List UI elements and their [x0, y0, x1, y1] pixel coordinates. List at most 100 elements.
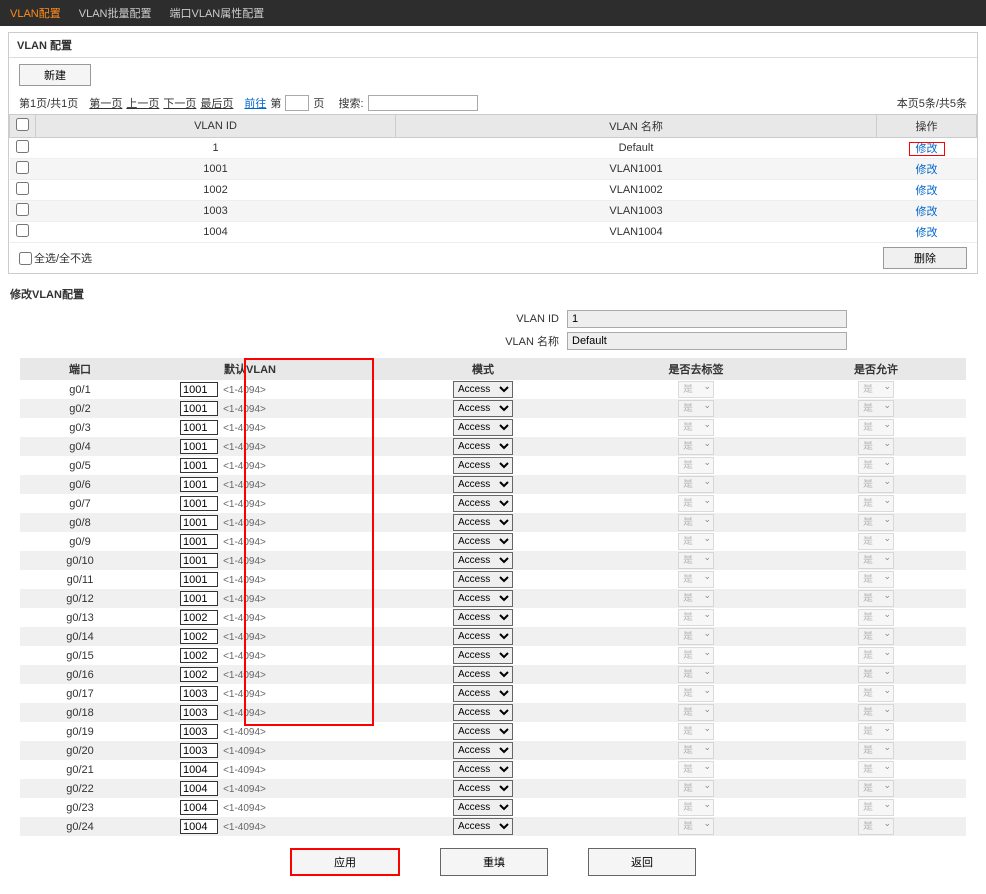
mode-select[interactable]: Access	[453, 685, 513, 702]
pager-goto[interactable]: 前往	[244, 95, 266, 111]
default-vlan-input[interactable]	[180, 382, 218, 397]
allow-select: 是	[858, 438, 894, 455]
mode-select[interactable]: Access	[453, 818, 513, 835]
default-vlan-input[interactable]	[180, 724, 218, 739]
vlan-range-hint: <1-4094>	[223, 537, 266, 548]
edit-link[interactable]: 修改	[916, 206, 938, 218]
mode-select[interactable]: Access	[453, 381, 513, 398]
cell-port: g0/5	[20, 456, 140, 475]
default-vlan-input[interactable]	[180, 496, 218, 511]
apply-button[interactable]: 应用	[290, 848, 400, 876]
edit-link[interactable]: 修改	[916, 164, 938, 176]
mode-select[interactable]: Access	[453, 476, 513, 493]
mode-select[interactable]: Access	[453, 552, 513, 569]
default-vlan-input[interactable]	[180, 800, 218, 815]
mode-select[interactable]: Access	[453, 533, 513, 550]
form-row-vlan-id: VLAN ID	[0, 308, 986, 330]
default-vlan-input[interactable]	[180, 667, 218, 682]
untag-select: 是	[678, 628, 714, 645]
mode-select[interactable]: Access	[453, 609, 513, 626]
mode-select[interactable]: Access	[453, 438, 513, 455]
row-checkbox[interactable]	[16, 182, 29, 195]
allow-select: 是	[858, 590, 894, 607]
default-vlan-input[interactable]	[180, 743, 218, 758]
default-vlan-input[interactable]	[180, 705, 218, 720]
mode-select[interactable]: Access	[453, 495, 513, 512]
default-vlan-input[interactable]	[180, 401, 218, 416]
edit-link[interactable]: 修改	[909, 142, 945, 156]
default-vlan-input[interactable]	[180, 572, 218, 587]
default-vlan-input[interactable]	[180, 686, 218, 701]
default-vlan-input[interactable]	[180, 439, 218, 454]
pager-page-input[interactable]	[285, 95, 309, 111]
default-vlan-input[interactable]	[180, 781, 218, 796]
allow-select: 是	[858, 704, 894, 721]
select-all-label[interactable]: 全选/全不选	[19, 250, 92, 266]
vlan-id-input[interactable]	[567, 310, 847, 328]
row-checkbox[interactable]	[16, 161, 29, 174]
vlan-name-input[interactable]	[567, 332, 847, 350]
nav-tab-vlan-config[interactable]: VLAN配置	[10, 5, 61, 21]
header-checkbox[interactable]	[16, 118, 29, 131]
cell-port: g0/14	[20, 627, 140, 646]
mode-select[interactable]: Access	[453, 761, 513, 778]
reset-button[interactable]: 重填	[440, 848, 548, 876]
pager-next[interactable]: 下一页	[163, 95, 196, 111]
untag-select: 是	[678, 780, 714, 797]
mode-select[interactable]: Access	[453, 628, 513, 645]
col-vlan-name: VLAN 名称	[396, 115, 877, 138]
mode-select[interactable]: Access	[453, 742, 513, 759]
vlan-range-hint: <1-4094>	[223, 689, 266, 700]
mode-select[interactable]: Access	[453, 647, 513, 664]
mode-select[interactable]: Access	[453, 799, 513, 816]
default-vlan-input[interactable]	[180, 819, 218, 834]
mode-select[interactable]: Access	[453, 780, 513, 797]
pager-last[interactable]: 最后页	[200, 95, 233, 111]
mode-select[interactable]: Access	[453, 514, 513, 531]
table-row: g0/19 <1-4094> Access 是 是	[20, 722, 966, 741]
untag-select: 是	[678, 799, 714, 816]
default-vlan-input[interactable]	[180, 534, 218, 549]
vlan-name-label: VLAN 名称	[139, 333, 559, 349]
mode-select[interactable]: Access	[453, 419, 513, 436]
new-button[interactable]: 新建	[19, 64, 91, 86]
mode-select[interactable]: Access	[453, 400, 513, 417]
row-checkbox[interactable]	[16, 203, 29, 216]
table-row: g0/13 <1-4094> Access 是 是	[20, 608, 966, 627]
cell-port: g0/15	[20, 646, 140, 665]
mode-select[interactable]: Access	[453, 666, 513, 683]
mode-select[interactable]: Access	[453, 723, 513, 740]
row-checkbox[interactable]	[16, 140, 29, 153]
pager-prev[interactable]: 上一页	[126, 95, 159, 111]
delete-button[interactable]: 删除	[883, 247, 967, 269]
nav-tab-port-vlan-attr[interactable]: 端口VLAN属性配置	[170, 5, 265, 21]
untag-select: 是	[678, 647, 714, 664]
default-vlan-input[interactable]	[180, 762, 218, 777]
nav-tab-vlan-batch[interactable]: VLAN批量配置	[79, 5, 152, 21]
default-vlan-input[interactable]	[180, 458, 218, 473]
row-checkbox[interactable]	[16, 224, 29, 237]
pager-first[interactable]: 第一页	[89, 95, 122, 111]
default-vlan-input[interactable]	[180, 477, 218, 492]
port-table: 端口 默认VLAN 模式 是否去标签 是否允许 g0/1 <1-4094> Ac…	[20, 358, 966, 836]
mode-select[interactable]: Access	[453, 704, 513, 721]
vlan-range-hint: <1-4094>	[223, 518, 266, 529]
mode-select[interactable]: Access	[453, 590, 513, 607]
cell-port: g0/20	[20, 741, 140, 760]
mode-select[interactable]: Access	[453, 457, 513, 474]
search-input[interactable]	[368, 95, 478, 111]
default-vlan-input[interactable]	[180, 420, 218, 435]
table-row: g0/8 <1-4094> Access 是 是	[20, 513, 966, 532]
default-vlan-input[interactable]	[180, 648, 218, 663]
default-vlan-input[interactable]	[180, 553, 218, 568]
select-all-checkbox[interactable]	[19, 252, 32, 265]
mode-select[interactable]: Access	[453, 571, 513, 588]
back-button[interactable]: 返回	[588, 848, 696, 876]
default-vlan-input[interactable]	[180, 610, 218, 625]
default-vlan-input[interactable]	[180, 591, 218, 606]
default-vlan-input[interactable]	[180, 629, 218, 644]
default-vlan-input[interactable]	[180, 515, 218, 530]
edit-link[interactable]: 修改	[916, 227, 938, 239]
edit-link[interactable]: 修改	[916, 185, 938, 197]
untag-select: 是	[678, 590, 714, 607]
